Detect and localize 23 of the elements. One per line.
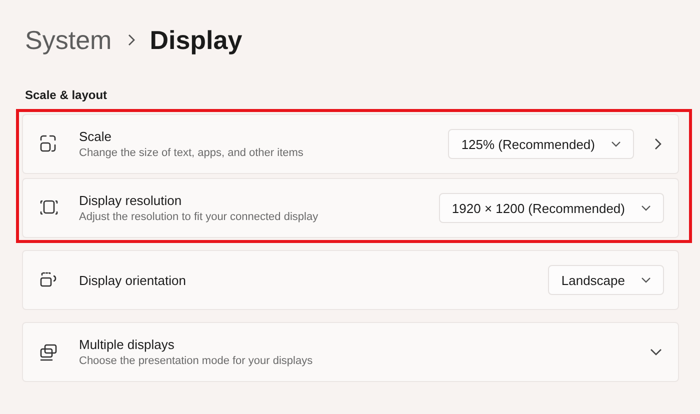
chevron-down-icon	[641, 205, 651, 211]
multiple-displays-icon	[39, 342, 59, 362]
chevron-right-icon	[654, 138, 662, 150]
section-title: Scale & layout	[25, 88, 108, 102]
settings-card[interactable]: Display resolution Adjust the resolution to fit your connected display 1920 × 1200 (Recommended)	[22, 178, 679, 238]
setting-title: Display resolution	[79, 193, 183, 208]
page-title: Display	[150, 24, 242, 56]
settings-card[interactable]: Display orientation Landscape	[22, 250, 679, 310]
chevron-down-icon	[611, 141, 621, 147]
setting-title: Multiple displays	[79, 337, 176, 352]
dropdown[interactable]: 125% (Recommended)	[448, 129, 634, 159]
dropdown[interactable]: 1920 × 1200 (Recommended)	[438, 193, 664, 223]
settings-card[interactable]: Scale Change the size of text, apps, and other items 125% (Recommended)	[22, 114, 679, 174]
dropdown[interactable]: Landscape	[548, 265, 664, 295]
settings-card[interactable]: Multiple displays Choose the presentation mode for your displays	[22, 322, 679, 382]
setting-description: Adjust the resolution to fit your connected display	[79, 211, 320, 223]
breadcrumb-link[interactable]: System	[25, 24, 112, 56]
setting-description: Choose the presentation mode for your displays	[79, 355, 314, 367]
setting-description: Change the size of text, apps, and other items	[79, 147, 304, 159]
setting-title: Scale	[79, 129, 113, 144]
setting-title: Display orientation	[79, 272, 187, 288]
chevron-right-icon	[126, 33, 136, 47]
chevron-down-icon	[641, 277, 651, 283]
